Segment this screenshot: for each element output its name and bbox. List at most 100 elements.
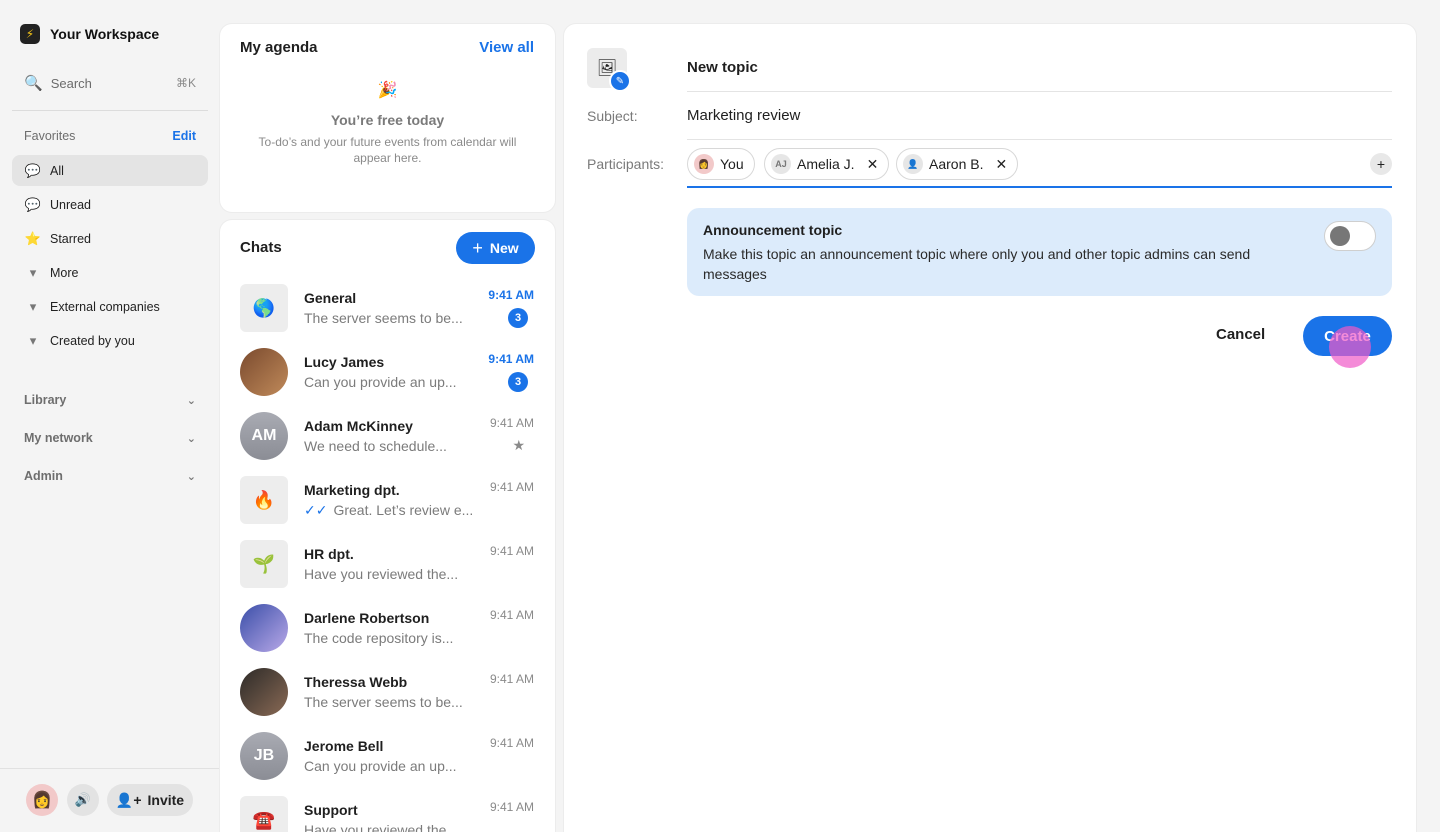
participant-name: You [720,156,744,172]
avatar: 👩 [694,154,714,174]
add-participant-button[interactable]: + [1370,153,1392,175]
chat-name: Marketing dpt. [304,482,400,498]
sidebar-item-external-companies[interactable]: ▾ External companies [12,291,208,322]
fire-icon: 🔥 [240,476,288,524]
workspace-name: Your Workspace [50,26,160,42]
new-chat-button[interactable]: + New [456,232,535,264]
sidebar-item-label: Starred [50,231,91,246]
plus-icon: + [472,238,483,258]
chat-time: 9:41 AM [489,544,534,558]
avatar: AM [240,412,288,460]
sidebar-item-starred[interactable]: ⭐ Starred [12,223,208,254]
favorites-title: Favorites [24,129,76,143]
chat-preview: The server seems to be... [304,310,463,326]
pencil-icon: ✎ [609,70,631,92]
chat-row-general[interactable]: 🌎 General The server seems to be... 9:41… [220,284,555,348]
chat-row-marketing[interactable]: 🔥 Marketing dpt. ✓✓ Great. Let’s review e… [220,476,555,540]
caret-down-icon: ▾ [29,298,37,314]
workspace-switcher[interactable]: ⚡ Your Workspace [20,24,159,44]
sidebar-item-more[interactable]: ▾ More [12,257,208,288]
chat-row-adam-mckinney[interactable]: AM Adam McKinney We need to schedule... … [220,412,555,476]
chat-time: 9:41 AM [489,608,534,622]
participant-chip-aaron[interactable]: 👤 Aaron B. ✕ [896,148,1019,180]
unread-badge: 3 [508,372,528,392]
chat-row-support[interactable]: ☎️ Support Have you reviewed the... 9:41… [220,796,555,832]
chat-row-hr[interactable]: 🌱 HR dpt. Have you reviewed the... 9:41 … [220,540,555,604]
invite-label: Invite [147,792,185,808]
announcement-toggle[interactable] [1324,221,1376,251]
cancel-button[interactable]: Cancel [1216,326,1265,343]
sidebar-item-unread[interactable]: 💬 Unread [12,189,208,220]
chat-preview: Can you provide an up... [304,758,457,774]
invite-button[interactable]: 👤+ Invite [107,784,193,816]
avatar: JB [240,732,288,780]
chat-preview: The server seems to be... [304,694,463,710]
toggle-knob [1330,226,1350,246]
subject-input[interactable]: Marketing review [687,107,800,124]
caret-down-icon: ▾ [29,264,37,280]
chat-name: Support [304,802,358,818]
participant-chip-you[interactable]: 👩 You [687,148,755,180]
participant-chip-amelia[interactable]: AJ Amelia J. ✕ [764,148,890,180]
section-label: My network [24,431,93,445]
avatar: AJ [771,154,791,174]
chat-name: Theressa Webb [304,674,408,690]
caret-down-icon: ▾ [29,332,37,348]
chat-row-lucy-james[interactable]: Lucy James Can you provide an up... 9:41… [220,348,555,412]
avatar [240,604,288,652]
plus-icon: + [1376,156,1386,172]
search-shortcut: ⌘K [175,76,196,90]
avatar [240,668,288,716]
sidebar-item-label: Created by you [50,333,135,348]
chat-name: Lucy James [304,354,385,370]
section-library[interactable]: Library ⌄ [24,393,196,407]
chat-time: 9:41 AM [489,416,534,430]
close-icon[interactable]: ✕ [995,156,1007,173]
sidebar-item-label: External companies [50,299,160,314]
announcement-description: Make this topic an announcement topic wh… [703,246,1251,282]
chat-row-theressa-webb[interactable]: Theressa Webb The server seems to be... … [220,668,555,732]
sidebar-item-created-by-you[interactable]: ▾ Created by you [12,325,208,356]
favorites-edit-link[interactable]: Edit [172,129,196,143]
new-label: New [489,240,519,256]
topic-image-picker[interactable]: 🖼 ✎ [587,48,631,92]
view-all-link[interactable]: View all [479,39,534,56]
chat-time: 9:41 AM [488,352,534,366]
agenda-empty-subtitle: To-do’s and your future events from cale… [258,135,517,165]
search-button[interactable]: 🔍 Search ⌘K [24,74,196,92]
sidebar: ⚡ Your Workspace 🔍 Search ⌘K Favorites E… [0,0,220,832]
chat-preview: Can you provide an up... [304,374,457,390]
topic-title[interactable]: New topic [687,59,758,76]
chat-time: 9:41 AM [488,288,534,302]
add-user-icon: 👤+ [115,791,142,808]
sidebar-item-label: More [50,265,79,280]
chat-preview: Have you reviewed the... [304,822,459,832]
section-label: Library [24,393,67,407]
globe-icon: 🌎 [240,284,288,332]
search-icon: 🔍 [24,75,43,92]
unread-badge: 3 [508,308,528,328]
agenda-card: My agenda View all 🎉 You’re free today T… [220,24,555,212]
section-admin[interactable]: Admin ⌄ [24,469,196,483]
announcement-title: Announcement topic [703,222,843,238]
cursor-indicator [1329,326,1371,368]
chat-time: 9:41 AM [489,672,534,686]
sidebar-item-label: Unread [50,197,91,212]
close-icon[interactable]: ✕ [867,156,879,173]
telephone-icon: ☎️ [240,796,288,832]
chat-name: Adam McKinney [304,418,413,434]
chat-time: 9:41 AM [489,480,534,494]
user-avatar[interactable]: 👩 [26,784,58,816]
lightning-icon: ⚡ [20,24,40,44]
sound-button[interactable]: 🔊 [67,784,99,816]
divider [12,110,208,111]
section-my-network[interactable]: My network ⌄ [24,431,196,445]
chat-row-jerome-bell[interactable]: JB Jerome Bell Can you provide an up... … [220,732,555,796]
chat-row-darlene-robertson[interactable]: Darlene Robertson The code repository is… [220,604,555,668]
avatar [240,348,288,396]
chat-bubble-icon: 💬 [24,162,42,178]
chat-preview: ✓✓ Great. Let’s review e... [304,502,476,519]
sidebar-item-all[interactable]: 💬 All [12,155,208,186]
star-icon: ★ [512,437,525,453]
divider [687,91,1392,92]
